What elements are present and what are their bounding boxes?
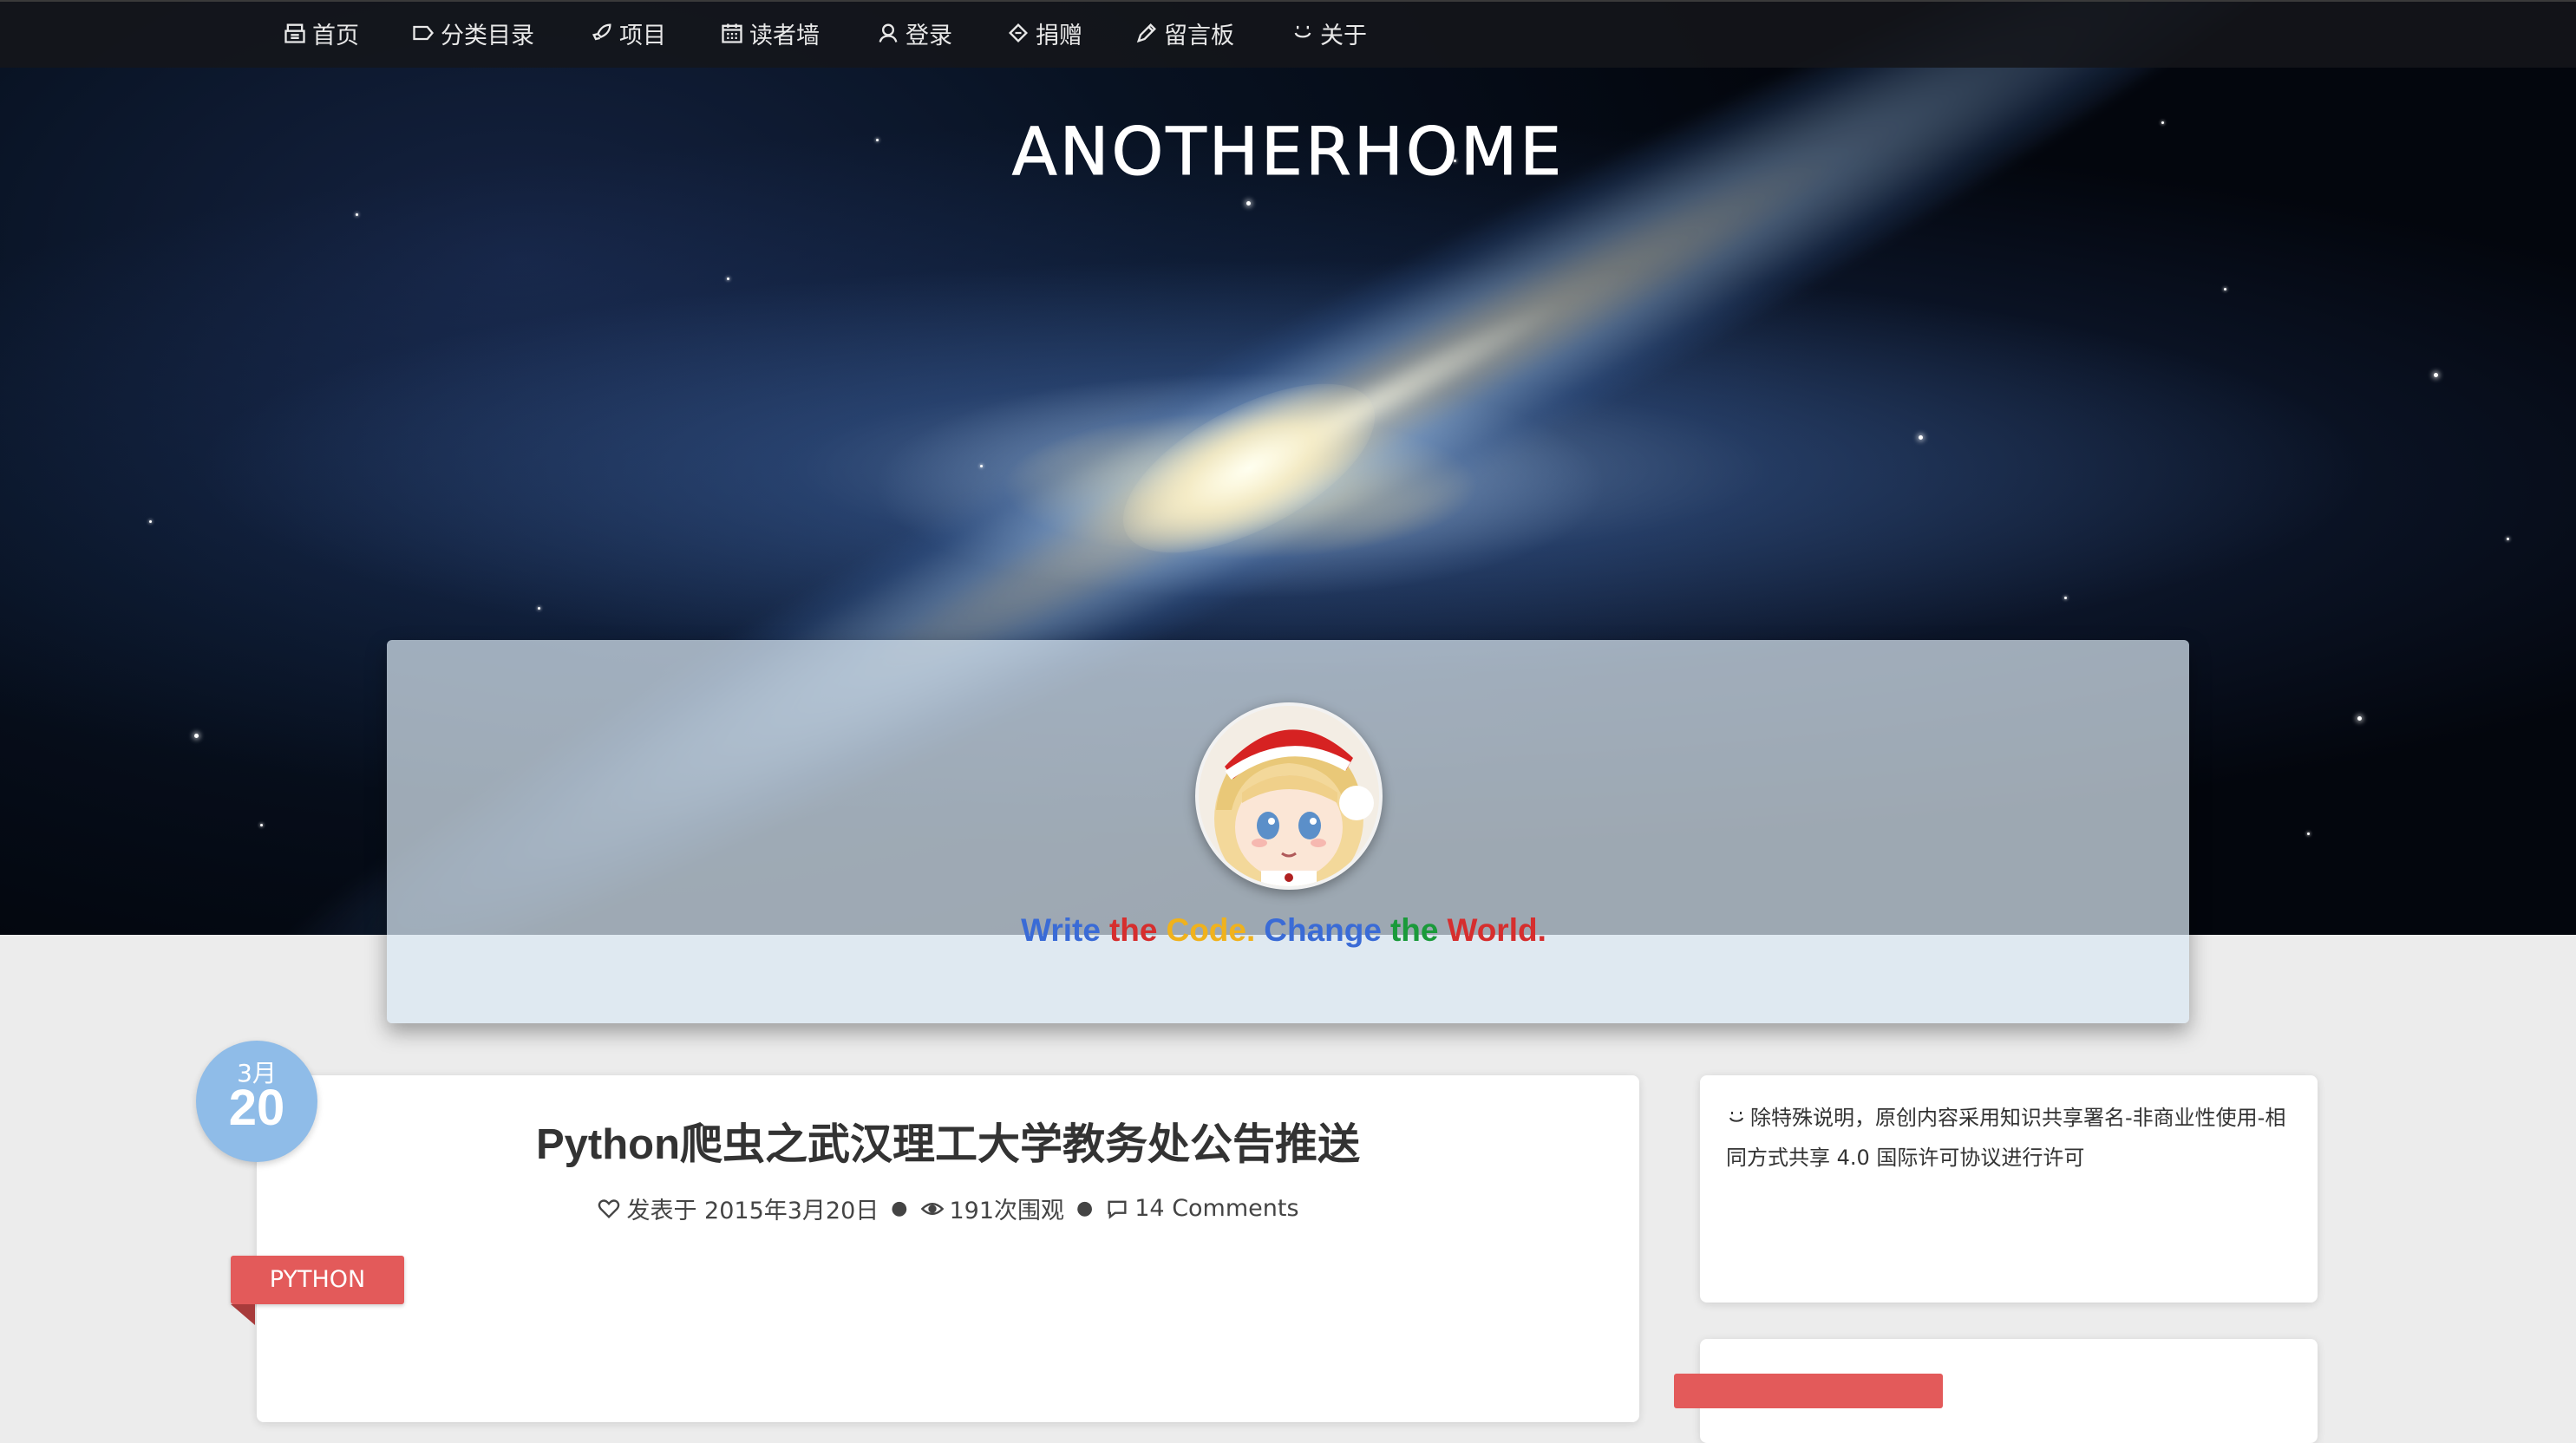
user-icon xyxy=(879,23,898,42)
nav-item-donate[interactable]: 捐赠 xyxy=(1006,14,1082,52)
license-notice: 除特殊说明，原创内容采用知识共享署名-非商业性使用-相同方式共享 4.0 国际许… xyxy=(1726,1098,2298,1178)
tagline: Write the Code. Change the World. xyxy=(387,912,2189,949)
tagline-word: Write xyxy=(1021,912,1101,948)
star xyxy=(2434,373,2438,377)
star xyxy=(356,213,358,216)
star xyxy=(194,734,199,738)
post-comments-text: 14 Comments xyxy=(1134,1195,1299,1222)
nav-item-readers[interactable]: 读者墙 xyxy=(720,14,820,52)
smile-icon xyxy=(1294,25,1311,38)
eye-icon xyxy=(920,1202,944,1215)
nav-item-label: 登录 xyxy=(906,22,952,49)
site-logo[interactable]: ANOTHERHOME xyxy=(963,113,1613,191)
sidebar-widget-ribbon xyxy=(1674,1374,1943,1408)
category-ribbon[interactable]: PYTHON xyxy=(231,1256,404,1304)
post-title[interactable]: Python爬虫之武汉理工大学教务处公告推送 xyxy=(257,1110,1639,1172)
smile-icon xyxy=(1729,1112,1743,1122)
star xyxy=(538,607,540,610)
star xyxy=(2307,832,2310,835)
nav-item-login[interactable]: 登录 xyxy=(876,14,952,52)
nav-item-projects[interactable]: 项目 xyxy=(590,14,666,52)
star xyxy=(2064,597,2067,599)
tagline-word: Change xyxy=(1264,912,1382,948)
star xyxy=(260,824,263,826)
star xyxy=(980,465,983,467)
tagline-word: the xyxy=(1108,912,1158,948)
nav-item-label: 首页 xyxy=(312,22,359,49)
tagline-word: the xyxy=(1389,912,1439,948)
heart-icon xyxy=(598,1198,620,1218)
nav-item-label: 读者墙 xyxy=(749,22,820,49)
nav-item-home[interactable]: 首页 xyxy=(283,14,359,52)
comment-icon xyxy=(1108,1200,1127,1219)
post-date-text: 发表于 2015年3月20日 xyxy=(626,1198,879,1224)
calendar-icon xyxy=(722,23,742,43)
nav-item-label: 留言板 xyxy=(1164,22,1234,49)
tag-icon xyxy=(413,25,435,41)
ticket-icon xyxy=(1009,23,1028,42)
post-meta: 发表于 2015年3月20日 ● 191次围观 ● 14 Comments xyxy=(257,1192,1639,1225)
nav-item-guestbook[interactable]: 留言板 xyxy=(1134,14,1234,52)
home-icon xyxy=(284,23,305,43)
nav-item-categories[interactable]: 分类目录 xyxy=(411,14,534,52)
post-date: 发表于 2015年3月20日 xyxy=(597,1192,879,1225)
avatar-image xyxy=(1199,706,1379,886)
nav-item-label: 分类目录 xyxy=(441,22,534,49)
star xyxy=(2507,538,2509,540)
tagline-word: Code. xyxy=(1166,912,1256,948)
tagline-word: World. xyxy=(1447,912,1546,948)
star xyxy=(1246,201,1251,206)
meta-separator: ● xyxy=(891,1198,908,1219)
rocket-icon xyxy=(592,23,611,41)
nav-item-label: 项目 xyxy=(619,22,666,49)
post-views-text: 191次围观 xyxy=(949,1198,1065,1224)
nav-item-label: 关于 xyxy=(1320,22,1367,49)
star xyxy=(2224,288,2226,291)
nav-item-about[interactable]: 关于 xyxy=(1291,14,1367,52)
star xyxy=(1919,435,1923,440)
star xyxy=(2357,716,2362,721)
star xyxy=(149,520,152,523)
post-comments[interactable]: 14 Comments xyxy=(1105,1195,1299,1222)
ribbon-tail xyxy=(231,1304,255,1325)
star xyxy=(876,139,879,141)
pencil-icon xyxy=(1136,23,1156,43)
post-views: 191次围观 xyxy=(920,1192,1065,1225)
meta-separator: ● xyxy=(1076,1198,1094,1219)
nav-item-label: 捐赠 xyxy=(1036,22,1082,49)
star xyxy=(2161,121,2164,124)
top-navigation: 首页 分类目录 项目 读者墙 登录 捐赠 留言板 关于 xyxy=(0,0,2576,68)
license-text: 除特殊说明，原创内容采用知识共享署名-非商业性使用-相同方式共享 4.0 国际许… xyxy=(1726,1106,2286,1170)
star xyxy=(727,278,729,280)
avatar[interactable] xyxy=(1195,702,1383,890)
